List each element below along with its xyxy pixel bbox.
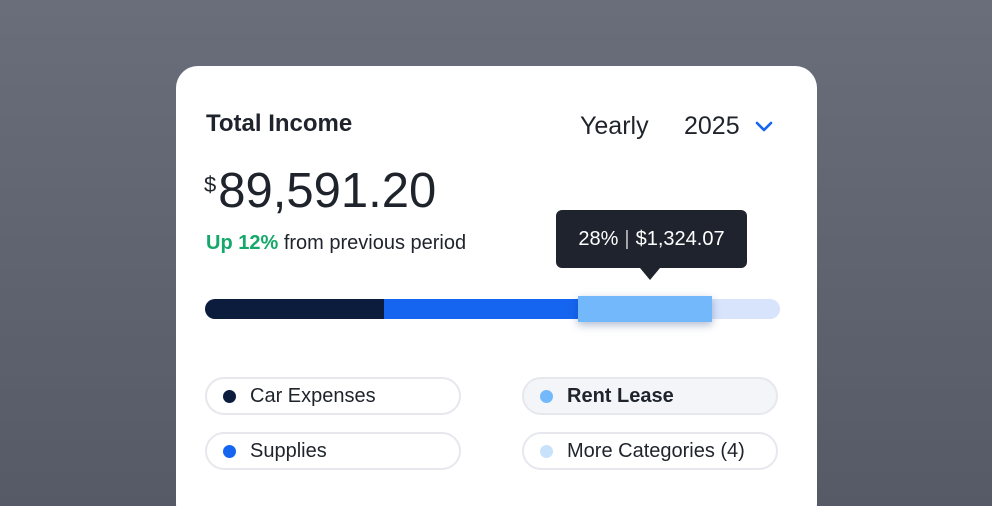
legend-chip-supplies[interactable]: Supplies xyxy=(205,432,461,470)
legend-label: More Categories (4) xyxy=(567,439,745,462)
tooltip-value: $1,324.07 xyxy=(635,227,725,250)
chevron-down-icon[interactable] xyxy=(754,116,774,136)
income-card: Total Income Yearly 2025 $ 89,591.20 Up … xyxy=(176,66,817,506)
amount-value: 89,591.20 xyxy=(218,164,437,218)
card-title: Total Income xyxy=(206,110,353,137)
legend-label: Rent Lease xyxy=(567,384,674,407)
legend-label: Supplies xyxy=(250,439,327,462)
segment-tooltip: 28% | $1,324.07 xyxy=(556,210,747,280)
legend-dot xyxy=(540,444,553,458)
legend-dot xyxy=(223,444,236,458)
tooltip-separator: | xyxy=(624,227,630,250)
currency-symbol: $ xyxy=(204,172,217,197)
legend-dot xyxy=(540,389,553,403)
bar-segment-supplies[interactable] xyxy=(384,299,578,319)
legend-chip-rent-lease[interactable]: Rent Lease xyxy=(522,377,778,415)
year-selector[interactable]: 2025 xyxy=(684,112,740,141)
legend-chip-more-categories[interactable]: More Categories (4) xyxy=(522,432,778,470)
change-text: Up 12% from previous period xyxy=(206,232,466,255)
period-selector[interactable]: Yearly xyxy=(580,112,649,141)
progress-bar xyxy=(205,296,780,322)
tooltip-percent: 28% xyxy=(578,227,619,250)
bar-segment-rent-lease[interactable] xyxy=(578,296,712,322)
bar-segment-car-expenses[interactable] xyxy=(205,299,384,319)
legend-label: Car Expenses xyxy=(250,384,376,407)
legend-chip-car-expenses[interactable]: Car Expenses xyxy=(205,377,461,415)
legend-dot xyxy=(223,389,236,403)
change-rest: from previous period xyxy=(283,232,467,254)
total-amount: $ 89,591.20 xyxy=(204,164,436,218)
change-up: Up 12% xyxy=(206,232,279,254)
